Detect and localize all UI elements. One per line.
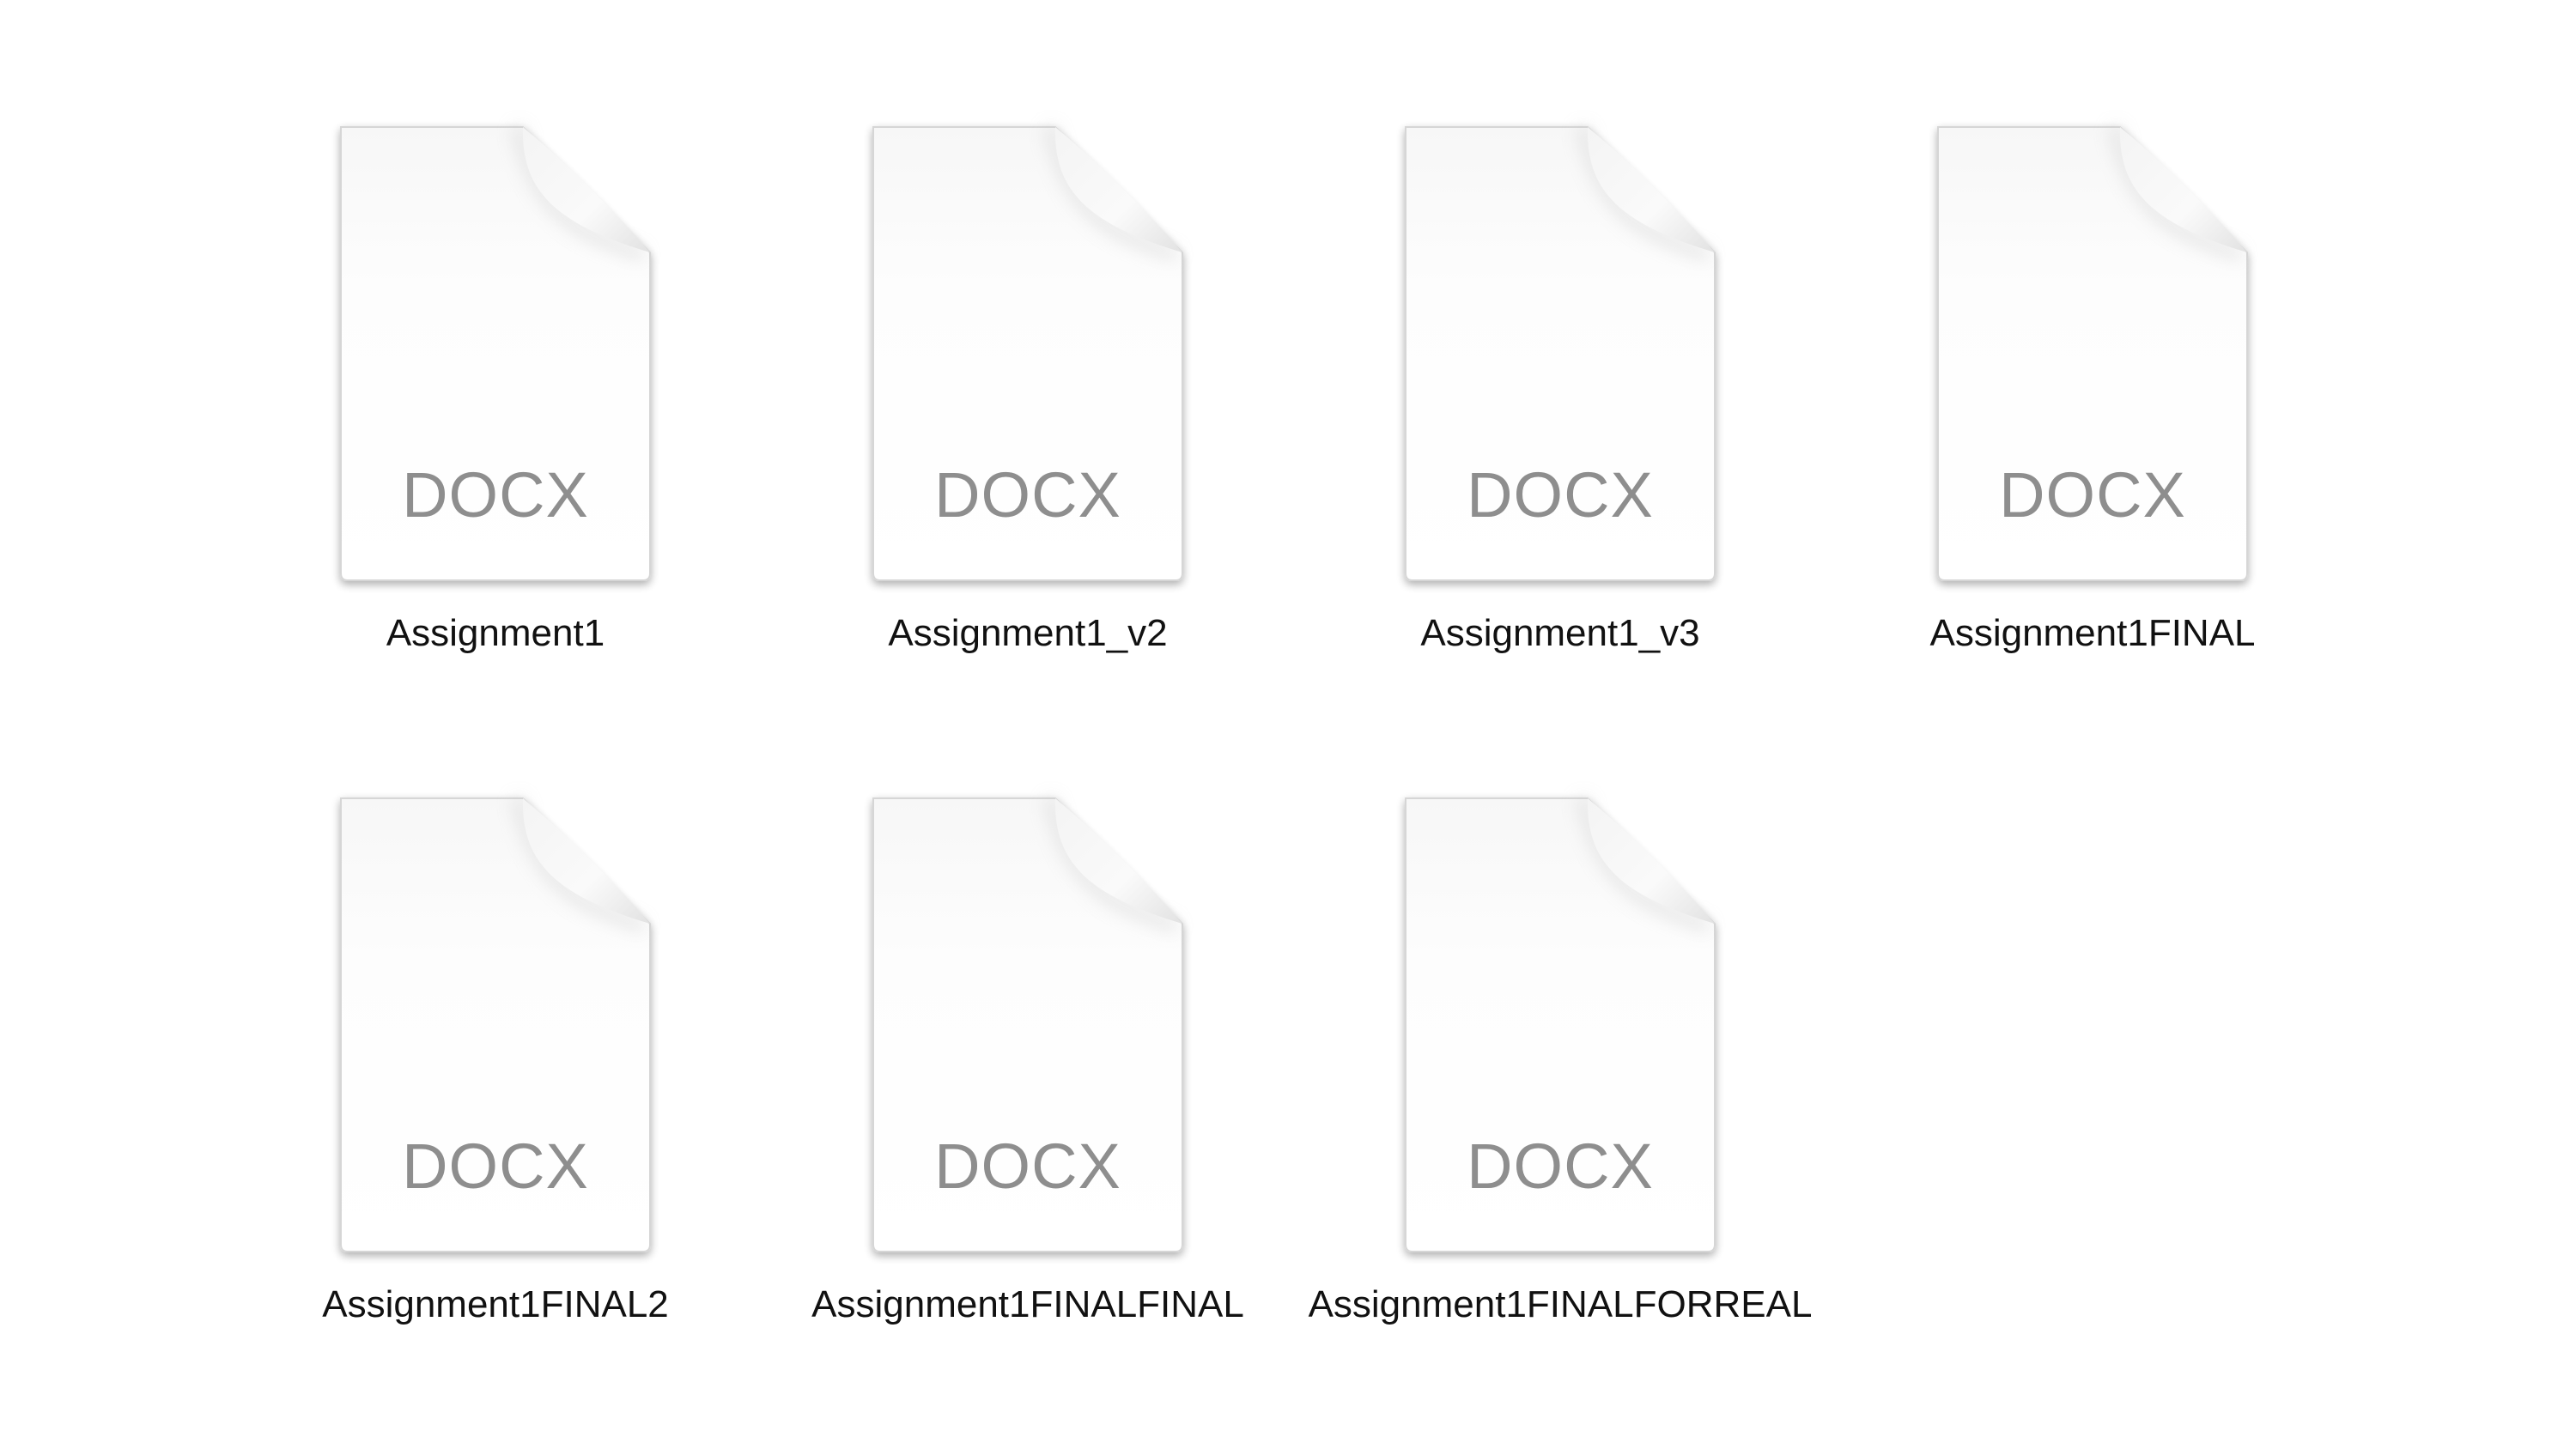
document-icon: DOCX xyxy=(856,797,1200,1253)
document-icon: DOCX xyxy=(856,126,1200,582)
file-name-label: Assignment1FINALFORREAL xyxy=(1308,1283,1813,1325)
file-item[interactable]: DOCX Assignment1_v2 xyxy=(762,126,1294,728)
file-item[interactable]: DOCX Assignment1 xyxy=(229,126,762,728)
file-extension-label: DOCX xyxy=(934,1131,1121,1202)
document-icon: DOCX xyxy=(324,126,667,582)
file-item[interactable]: DOCX Assignment1_v3 xyxy=(1294,126,1826,728)
file-item[interactable]: DOCX Assignment1FINAL xyxy=(1826,126,2359,728)
file-extension-label: DOCX xyxy=(1467,1131,1654,1202)
file-extension-label: DOCX xyxy=(934,459,1121,530)
file-item[interactable]: DOCX Assignment1FINALFORREAL xyxy=(1294,797,1826,1399)
file-name-label: Assignment1 xyxy=(386,612,605,654)
file-item[interactable]: DOCX Assignment1FINAL2 xyxy=(229,797,762,1399)
document-icon: DOCX xyxy=(1388,126,1732,582)
document-icon: DOCX xyxy=(1921,126,2264,582)
file-name-label: Assignment1FINALFINAL xyxy=(811,1283,1244,1325)
file-grid: DOCX Assignment1 DOCX Assignment1_v2 DOC… xyxy=(0,0,2576,1449)
file-name-label: Assignment1FINAL xyxy=(1929,612,2256,654)
file-extension-label: DOCX xyxy=(402,1131,589,1202)
file-extension-label: DOCX xyxy=(1467,459,1654,530)
file-name-label: Assignment1FINAL2 xyxy=(322,1283,669,1325)
file-item[interactable]: DOCX Assignment1FINALFINAL xyxy=(762,797,1294,1399)
document-icon: DOCX xyxy=(324,797,667,1253)
file-name-label: Assignment1_v3 xyxy=(1420,612,1700,654)
document-icon: DOCX xyxy=(1388,797,1732,1253)
file-extension-label: DOCX xyxy=(402,459,589,530)
file-extension-label: DOCX xyxy=(1999,459,2186,530)
file-name-label: Assignment1_v2 xyxy=(888,612,1168,654)
